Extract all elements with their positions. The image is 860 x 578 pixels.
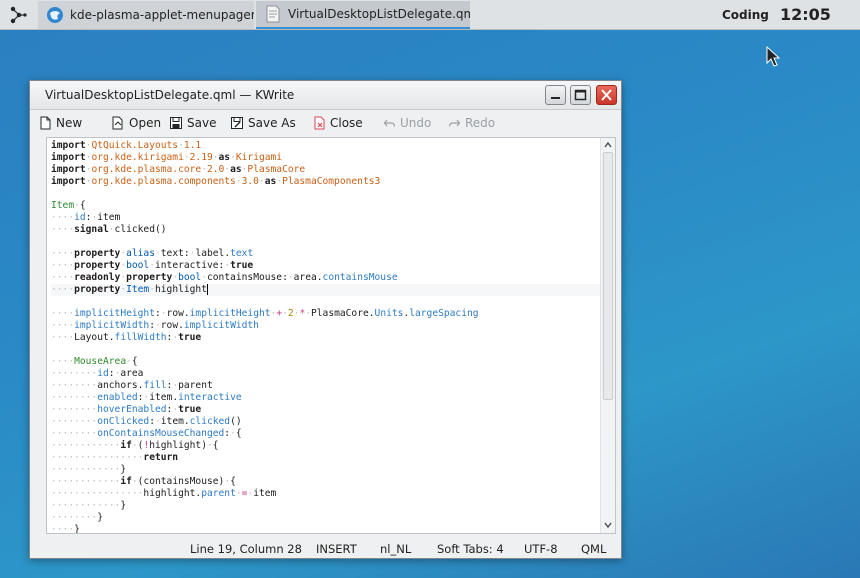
code-line[interactable]: ········id:·area	[51, 368, 601, 380]
window-titlebar[interactable]: VirtualDesktopListDelegate.qml — KWrite	[30, 81, 621, 110]
top-panel: kde-plasma-applet-menupager: ~... Virtua…	[0, 0, 860, 30]
code-line[interactable]	[51, 236, 601, 248]
window-title: VirtualDesktopListDelegate.qml — KWrite	[45, 88, 295, 102]
task-kwrite[interactable]: VirtualDesktopListDelegate.qml ...	[256, 1, 470, 29]
input-mode[interactable]: INSERT	[316, 542, 357, 556]
syntax-mode[interactable]: QML	[581, 542, 606, 556]
code-line[interactable]: ········}	[51, 512, 601, 524]
redo-icon	[448, 119, 461, 127]
maximize-icon	[574, 89, 587, 101]
code-line[interactable]: import·QtQuick.Layouts·1.1	[51, 140, 601, 152]
save-as-icon	[231, 117, 243, 129]
code-line[interactable]	[51, 296, 601, 308]
code-editor[interactable]: import·QtQuick.Layouts·1.1 import·org.kde…	[46, 137, 616, 534]
code-line[interactable]: ····}	[51, 524, 601, 533]
code-line[interactable]: ········anchors.fill:·parent	[51, 380, 601, 392]
scroll-down-icon[interactable]	[603, 520, 613, 530]
code-line[interactable]: ····signal·clicked()	[51, 224, 601, 236]
activity-switcher[interactable]: Coding	[722, 8, 769, 22]
close-icon	[601, 89, 612, 101]
code-line[interactable]: Item·{	[51, 200, 601, 212]
code-line[interactable]: ····property·bool·interactive:·true	[51, 260, 601, 272]
code-line[interactable]: ················return	[51, 452, 601, 464]
code-line[interactable]: ····readonly·property·bool·containsMouse…	[51, 272, 601, 284]
text-caret	[206, 284, 208, 295]
digital-clock[interactable]: 12:05	[780, 5, 831, 24]
maximize-button[interactable]	[570, 85, 591, 105]
indentation-settings[interactable]: Soft Tabs: 4	[437, 542, 504, 556]
save-as-button[interactable]: Save As	[230, 114, 296, 132]
minimize-icon	[551, 97, 560, 99]
code-line[interactable]: ········onClicked:·item.clicked()	[51, 416, 601, 428]
kwrite-window: VirtualDesktopListDelegate.qml — KWrite …	[29, 80, 622, 559]
task-konsole[interactable]: kde-plasma-applet-menupager: ~...	[38, 1, 254, 29]
task-label: kde-plasma-applet-menupager: ~...	[70, 8, 254, 22]
code-line[interactable]: ····property·alias·text:·label.text	[51, 248, 601, 260]
close-document-button[interactable]: Close	[313, 114, 363, 132]
close-window-button[interactable]	[596, 85, 617, 105]
code-line[interactable]: ····MouseArea·{	[51, 356, 601, 368]
save-icon	[170, 117, 182, 129]
text-document-icon	[266, 5, 280, 23]
code-line[interactable]: ········onContainsMouseChanged:·{	[51, 428, 601, 440]
code-line[interactable]: ············if·(containsMouse)·{	[51, 476, 601, 488]
undo-button[interactable]: Undo	[383, 114, 431, 132]
close-document-icon	[314, 116, 325, 130]
scrollbar-thumb[interactable]	[603, 152, 613, 400]
code-line[interactable]: import·org.kde.kirigami·2.19·as·Kirigami	[51, 152, 601, 164]
browser-icon	[47, 7, 63, 23]
code-line[interactable]: ················highlight.parent·=·item	[51, 488, 601, 500]
code-line[interactable]: ····property·Item·highlight	[51, 284, 601, 296]
new-button[interactable]: New	[39, 114, 82, 132]
main-toolbar: New Open Save Save As Close Undo Redo	[30, 110, 621, 136]
status-bar: Line 19, Column 28 INSERT nl_NL Soft Tab…	[30, 538, 621, 558]
encoding[interactable]: UTF-8	[524, 542, 558, 556]
vertical-scrollbar[interactable]	[600, 138, 615, 533]
redo-button[interactable]: Redo	[448, 114, 495, 132]
new-document-icon	[40, 116, 51, 130]
undo-icon	[383, 119, 396, 127]
code-line[interactable]: ····Layout.fillWidth:·true	[51, 332, 601, 344]
code-line[interactable]: ········enabled:·item.interactive	[51, 392, 601, 404]
minimize-button[interactable]	[545, 85, 566, 105]
cursor-position[interactable]: Line 19, Column 28	[190, 542, 302, 556]
code-line[interactable]: import·org.kde.plasma.components·3.0·as·…	[51, 176, 601, 188]
application-launcher-icon[interactable]	[8, 5, 30, 25]
code-line[interactable]	[51, 188, 601, 200]
code-line[interactable]: import·org.kde.plasma.core·2.0·as·Plasma…	[51, 164, 601, 176]
code-line[interactable]: ····implicitHeight:·row.implicitHeight·+…	[51, 308, 601, 320]
open-document-icon	[112, 116, 123, 130]
scroll-up-icon[interactable]	[603, 140, 613, 150]
code-line[interactable]: ············if·(!highlight)·{	[51, 440, 601, 452]
dictionary-language[interactable]: nl_NL	[380, 542, 411, 556]
code-line[interactable]: ············}	[51, 464, 601, 476]
code-line[interactable]: ····id:·item	[51, 212, 601, 224]
task-label: VirtualDesktopListDelegate.qml ...	[288, 7, 470, 21]
code-area[interactable]: import·QtQuick.Layouts·1.1 import·org.kde…	[51, 140, 601, 533]
save-button[interactable]: Save	[169, 114, 216, 132]
code-line[interactable]	[51, 344, 601, 356]
mouse-pointer-icon	[766, 46, 780, 67]
open-button[interactable]: Open	[111, 114, 161, 132]
code-line[interactable]: ············}	[51, 500, 601, 512]
code-line[interactable]: ····implicitWidth:·row.implicitWidth	[51, 320, 601, 332]
code-line[interactable]: ········hoverEnabled:·true	[51, 404, 601, 416]
